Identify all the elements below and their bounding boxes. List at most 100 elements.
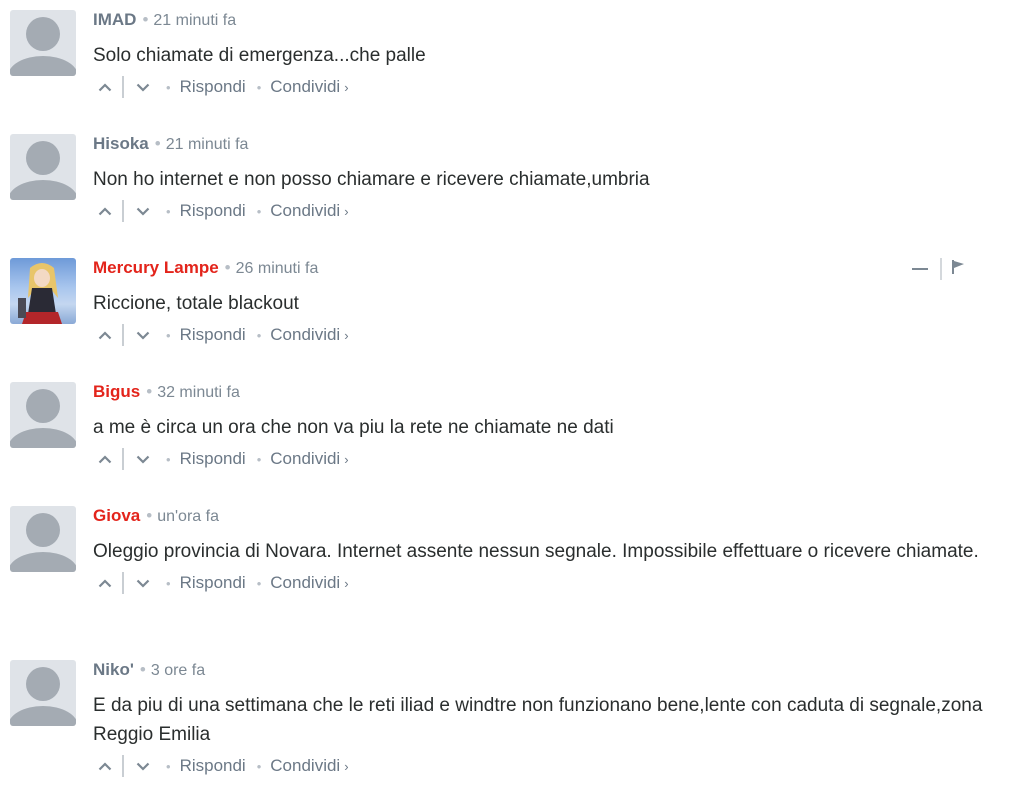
avatar[interactable] — [10, 258, 76, 324]
chevron-right-icon: › — [344, 204, 349, 219]
comment-actions: • Rispondi • Condividi › — [93, 324, 994, 346]
chevron-up-icon — [98, 578, 112, 587]
downvote-button[interactable] — [131, 572, 155, 594]
chevron-up-icon — [98, 206, 112, 215]
comment-time[interactable]: 3 ore fa — [151, 662, 205, 679]
comment-text: Solo chiamate di emergenza...che palle — [93, 45, 426, 66]
share-button[interactable]: Condividi › — [270, 201, 348, 221]
downvote-button[interactable] — [131, 324, 155, 346]
author-name[interactable]: Hisoka — [93, 134, 149, 153]
avatar[interactable] — [10, 134, 76, 200]
downvote-button[interactable] — [131, 755, 155, 777]
comment-actions: • Rispondi • Condividi › — [93, 448, 994, 470]
reply-button[interactable]: Rispondi — [180, 325, 246, 345]
comment-text: E da piu di una settimana che le reti il… — [93, 695, 983, 745]
comment-time[interactable]: 32 minuti fa — [157, 384, 240, 401]
author-name[interactable]: Niko' — [93, 660, 134, 679]
author-name[interactable]: Bigus — [93, 382, 140, 401]
chevron-right-icon: › — [344, 576, 349, 591]
share-button[interactable]: Condividi › — [270, 449, 348, 469]
avatar[interactable] — [10, 382, 76, 448]
action-separator: • — [166, 327, 171, 343]
meta-separator: • — [139, 660, 146, 679]
avatar[interactable] — [10, 10, 76, 76]
upvote-button[interactable] — [93, 324, 117, 346]
chevron-up-icon — [98, 330, 112, 339]
comment-body: Hisoka • 21 minuti fa Non ho internet e no… — [93, 134, 994, 222]
comment-text: a me è circa un ora che non va piu la re… — [93, 417, 614, 438]
upvote-button[interactable] — [93, 572, 117, 594]
chevron-right-icon: › — [344, 328, 349, 343]
action-separator: • — [166, 758, 171, 774]
comment-body: IMAD • 21 minuti fa Solo chiamate di emerg… — [93, 10, 994, 98]
comment-meta: Mercury Lampe • 26 minuti fa — [93, 258, 994, 278]
downvote-button[interactable] — [131, 76, 155, 98]
share-label: Condividi — [270, 573, 341, 592]
upvote-button[interactable] — [93, 200, 117, 222]
comment-actions: • Rispondi • Condividi › — [93, 572, 994, 594]
share-button[interactable]: Condividi › — [270, 77, 348, 97]
action-separator: • — [256, 327, 262, 343]
comment-body: Niko' • 3 ore fa E da piu di una settimana… — [93, 660, 994, 777]
comment-time[interactable]: un'ora fa — [157, 508, 219, 525]
chevron-up-icon — [98, 761, 112, 770]
avatar-torso — [10, 706, 76, 726]
share-label: Condividi — [270, 325, 341, 344]
comment-time[interactable]: 21 minuti fa — [153, 12, 236, 29]
vote-divider — [122, 572, 124, 594]
avatar[interactable] — [10, 506, 76, 572]
reply-button[interactable]: Rispondi — [180, 77, 246, 97]
author-name[interactable]: Mercury Lampe — [93, 258, 219, 277]
user-placeholder-icon — [26, 141, 60, 175]
reply-button[interactable]: Rispondi — [180, 449, 246, 469]
author-name[interactable]: Giova — [93, 506, 140, 525]
comment-meta: Niko' • 3 ore fa — [93, 660, 994, 680]
action-separator: • — [256, 758, 262, 774]
comment-time[interactable]: 21 minuti fa — [166, 136, 249, 153]
chevron-down-icon — [136, 455, 150, 464]
share-label: Condividi — [270, 756, 341, 775]
comment-meta: Hisoka • 21 minuti fa — [93, 134, 994, 154]
share-button[interactable]: Condividi › — [270, 756, 348, 776]
comment-time[interactable]: 26 minuti fa — [236, 260, 319, 277]
downvote-button[interactable] — [131, 448, 155, 470]
reply-button[interactable]: Rispondi — [180, 756, 246, 776]
avatar-torso — [10, 56, 76, 76]
action-separator: • — [166, 451, 171, 467]
avatar-torso — [10, 180, 76, 200]
share-button[interactable]: Condividi › — [270, 573, 348, 593]
action-separator: • — [256, 79, 262, 95]
vote-divider — [122, 324, 124, 346]
avatar-torso — [10, 428, 76, 448]
comment-actions: • Rispondi • Condividi › — [93, 76, 994, 98]
chevron-down-icon — [136, 579, 150, 588]
action-separator: • — [256, 203, 262, 219]
meta-separator: • — [146, 506, 153, 525]
comment-body: Mercury Lampe • 26 minuti fa Riccione, tot… — [93, 258, 994, 346]
share-label: Condividi — [270, 449, 341, 468]
upvote-button[interactable] — [93, 76, 117, 98]
share-label: Condividi — [270, 201, 341, 220]
upvote-button[interactable] — [93, 755, 117, 777]
collapse-button[interactable] — [912, 268, 928, 270]
downvote-button[interactable] — [131, 200, 155, 222]
comment-text: Oleggio provincia di Novara. Internet as… — [93, 541, 979, 562]
avatar[interactable] — [10, 660, 76, 726]
vote-divider — [122, 755, 124, 777]
action-separator: • — [166, 575, 171, 591]
comment-meta: Bigus • 32 minuti fa — [93, 382, 994, 402]
vote-divider — [122, 200, 124, 222]
reply-button[interactable]: Rispondi — [180, 573, 246, 593]
author-name[interactable]: IMAD — [93, 10, 136, 29]
reply-button[interactable]: Rispondi — [180, 201, 246, 221]
chevron-up-icon — [98, 454, 112, 463]
share-button[interactable]: Condividi › — [270, 325, 348, 345]
comment-actions: • Rispondi • Condividi › — [93, 200, 994, 222]
meta-separator: • — [224, 258, 231, 277]
chevron-right-icon: › — [344, 80, 349, 95]
anime-character-avatar-image — [18, 263, 62, 324]
vote-divider — [122, 448, 124, 470]
upvote-button[interactable] — [93, 448, 117, 470]
flag-icon — [952, 259, 964, 274]
flag-button[interactable] — [952, 259, 964, 279]
